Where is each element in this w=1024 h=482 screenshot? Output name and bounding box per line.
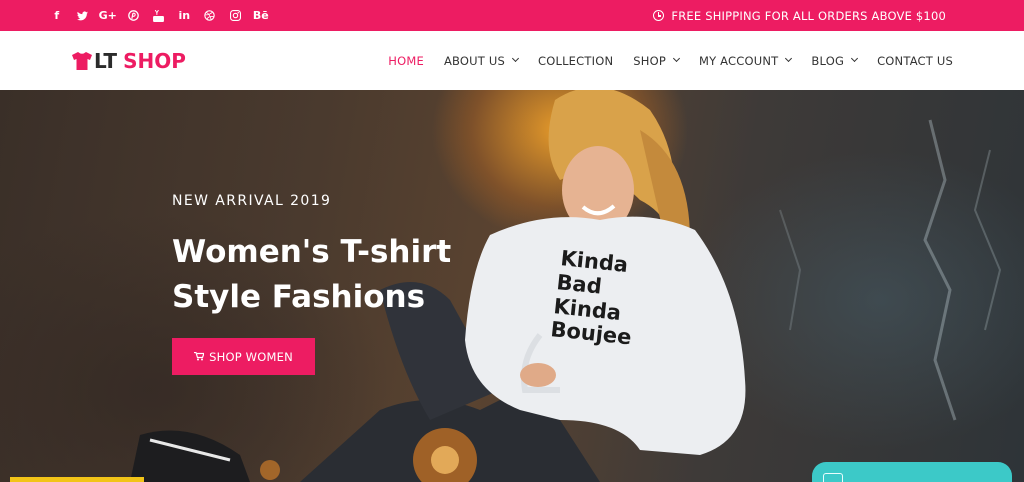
chat-widget-button[interactable] xyxy=(812,462,1012,482)
nav-item-blog[interactable]: BLOG xyxy=(811,53,859,68)
nav-label: BLOG xyxy=(811,53,845,68)
logo-text-shop: SHOP xyxy=(123,48,186,73)
clock-icon xyxy=(653,10,665,21)
behance-icon[interactable]: Bē xyxy=(248,0,274,31)
site-logo[interactable]: LT SHOP xyxy=(72,31,186,90)
nav-label: COLLECTION xyxy=(537,53,614,68)
logo-text-lt: LT xyxy=(94,48,118,73)
chat-icon xyxy=(823,473,843,482)
hand-shape xyxy=(520,363,556,387)
nav-label: HOME xyxy=(388,53,424,68)
nav-label: CONTACT US xyxy=(877,53,953,68)
instagram-icon[interactable] xyxy=(223,0,249,31)
top-bar: f G+ in Bē FREE SHIPPING FOR ALL ORDERS … xyxy=(0,0,1024,31)
twitter-icon[interactable] xyxy=(70,0,96,31)
chevron-down-icon xyxy=(785,54,793,63)
site-header: LT SHOP HOME ABOUT US COLLECTION SHOP MY… xyxy=(0,31,1024,90)
shipping-notice: FREE SHIPPING FOR ALL ORDERS ABOVE $100 xyxy=(653,0,946,31)
cart-icon xyxy=(194,352,205,361)
hero-eyebrow: NEW ARRIVAL 2019 xyxy=(172,193,332,209)
nav-item-shop[interactable]: SHOP xyxy=(633,53,681,68)
tshirt-icon xyxy=(72,51,92,70)
wall-crack xyxy=(923,119,957,421)
hero-headline: Women's T-shirt Style Fashions xyxy=(172,234,452,315)
shipping-text: FREE SHIPPING FOR ALL ORDERS ABOVE $100 xyxy=(671,8,946,23)
dribbble-icon-shape xyxy=(204,10,215,21)
nav-item-collection[interactable]: COLLECTION xyxy=(538,54,613,68)
wall-crack xyxy=(973,149,1002,331)
shop-women-label: SHOP WOMEN xyxy=(209,349,293,364)
sneaker-shape xyxy=(130,430,250,482)
wall-crack xyxy=(779,209,802,331)
social-links: f G+ in Bē xyxy=(44,0,274,31)
instagram-icon-shape xyxy=(229,10,241,21)
dribbble-icon[interactable] xyxy=(197,0,223,31)
chevron-down-icon xyxy=(672,54,681,63)
yellow-tab[interactable] xyxy=(10,477,144,482)
linkedin-icon[interactable]: in xyxy=(172,0,198,31)
pinterest-icon-shape xyxy=(127,10,139,21)
nav-label: SHOP xyxy=(633,53,666,68)
nav-item-about-us[interactable]: ABOUT US xyxy=(443,53,520,68)
hero-banner: Kinda Bad Kinda Boujee NEW ARRIVAL 2019 … xyxy=(0,90,1024,482)
youtube-icon[interactable] xyxy=(146,0,172,31)
lens-flare xyxy=(431,446,459,474)
nav-item-contact-us[interactable]: CONTACT US xyxy=(877,54,953,68)
hero-image: Kinda Bad Kinda Boujee xyxy=(130,90,1002,482)
youtube-icon-shape xyxy=(153,9,165,22)
google-plus-icon[interactable]: G+ xyxy=(95,0,121,31)
chevron-down-icon xyxy=(851,54,859,63)
nav-item-home[interactable]: HOME xyxy=(388,54,424,68)
pinterest-icon[interactable] xyxy=(121,0,147,31)
chevron-down-icon xyxy=(511,54,520,63)
lens-flare xyxy=(260,460,280,480)
shop-women-button[interactable]: SHOP WOMEN xyxy=(172,338,315,375)
nav-label: ABOUT US xyxy=(443,53,505,68)
nav-label: MY ACCOUNT xyxy=(698,53,779,68)
twitter-icon-shape xyxy=(76,10,88,20)
main-nav: HOME ABOUT US COLLECTION SHOP MY ACCOUNT… xyxy=(368,31,953,90)
nav-item-my-account[interactable]: MY ACCOUNT xyxy=(698,53,793,68)
facebook-icon[interactable]: f xyxy=(44,0,70,31)
